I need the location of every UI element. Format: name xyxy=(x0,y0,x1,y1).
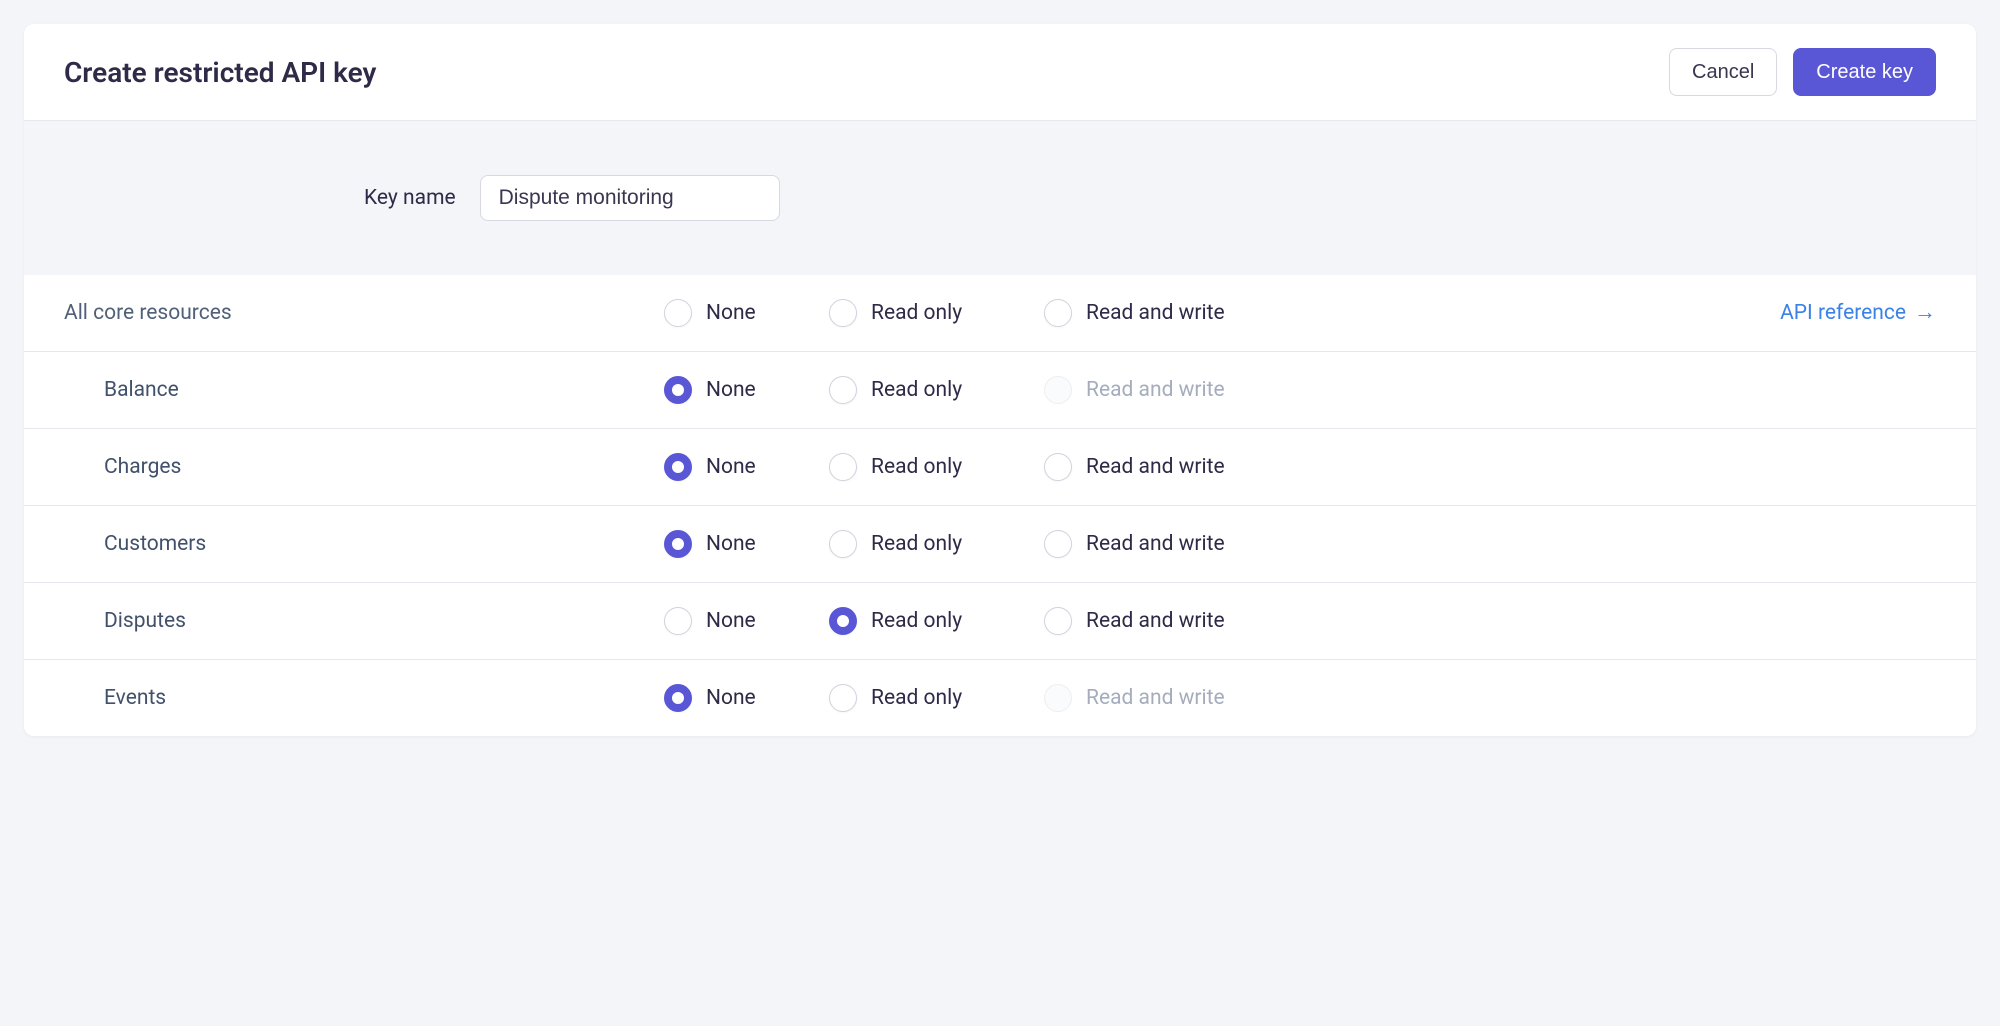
resource-label: Balance xyxy=(64,378,664,402)
radio-label-read: Read only xyxy=(871,378,962,402)
radio-balance-write xyxy=(1044,376,1072,404)
radio-label-write: Read and write xyxy=(1086,609,1225,633)
radio-label-none: None xyxy=(706,455,756,479)
page-title: Create restricted API key xyxy=(64,56,376,89)
radio-charges-read[interactable] xyxy=(829,453,857,481)
radio-disputes-none[interactable] xyxy=(664,607,692,635)
resource-label: Events xyxy=(64,686,664,710)
radio-all-none[interactable] xyxy=(664,299,692,327)
radio-customers-none[interactable] xyxy=(664,530,692,558)
radio-charges-write[interactable] xyxy=(1044,453,1072,481)
cancel-button[interactable]: Cancel xyxy=(1669,48,1777,96)
create-api-key-card: Create restricted API key Cancel Create … xyxy=(24,24,1976,736)
create-key-button[interactable]: Create key xyxy=(1793,48,1936,96)
arrow-right-icon: → xyxy=(1914,302,1936,324)
api-reference-label: API reference xyxy=(1780,301,1906,325)
resource-label: Charges xyxy=(64,455,664,479)
permission-row-customers: Customers None Read only Read and write xyxy=(24,506,1976,583)
radio-label-none: None xyxy=(706,686,756,710)
key-name-section: Key name xyxy=(24,121,1976,275)
radio-events-read[interactable] xyxy=(829,684,857,712)
radio-balance-read[interactable] xyxy=(829,376,857,404)
key-name-label: Key name xyxy=(364,186,456,210)
permission-row-disputes: Disputes None Read only Read and write xyxy=(24,583,1976,660)
card-header: Create restricted API key Cancel Create … xyxy=(24,24,1976,121)
radio-label-none: None xyxy=(706,532,756,556)
radio-label-read: Read only xyxy=(871,609,962,633)
radio-events-write xyxy=(1044,684,1072,712)
permission-row-balance: Balance None Read only Read and write xyxy=(24,352,1976,429)
permissions-table: All core resources None Read only Read a… xyxy=(24,275,1976,736)
permission-row-charges: Charges None Read only Read and write xyxy=(24,429,1976,506)
permissions-header-row: All core resources None Read only Read a… xyxy=(24,275,1976,352)
radio-all-read[interactable] xyxy=(829,299,857,327)
radio-charges-none[interactable] xyxy=(664,453,692,481)
radio-label-read: Read only xyxy=(871,686,962,710)
radio-label-read: Read only xyxy=(871,455,962,479)
radio-label-none: None xyxy=(706,609,756,633)
resource-label: Customers xyxy=(64,532,664,556)
key-name-input[interactable] xyxy=(480,175,780,221)
radio-label-none: None xyxy=(706,378,756,402)
resource-label: Disputes xyxy=(64,609,664,633)
radio-customers-read[interactable] xyxy=(829,530,857,558)
radio-label-read: Read only xyxy=(871,532,962,556)
permission-row-events: Events None Read only Read and write xyxy=(24,660,1976,736)
radio-events-none[interactable] xyxy=(664,684,692,712)
radio-label-write: Read and write xyxy=(1086,301,1225,325)
radio-disputes-read[interactable] xyxy=(829,607,857,635)
radio-label-write: Read and write xyxy=(1086,378,1225,402)
radio-label-write: Read and write xyxy=(1086,686,1225,710)
radio-customers-write[interactable] xyxy=(1044,530,1072,558)
header-actions: Cancel Create key xyxy=(1669,48,1936,96)
radio-balance-none[interactable] xyxy=(664,376,692,404)
all-core-resources-label: All core resources xyxy=(64,301,664,325)
radio-label-write: Read and write xyxy=(1086,455,1225,479)
radio-disputes-write[interactable] xyxy=(1044,607,1072,635)
radio-label-read: Read only xyxy=(871,301,962,325)
radio-label-none: None xyxy=(706,301,756,325)
radio-label-write: Read and write xyxy=(1086,532,1225,556)
api-reference-link[interactable]: API reference → xyxy=(1780,301,1936,325)
radio-all-write[interactable] xyxy=(1044,299,1072,327)
